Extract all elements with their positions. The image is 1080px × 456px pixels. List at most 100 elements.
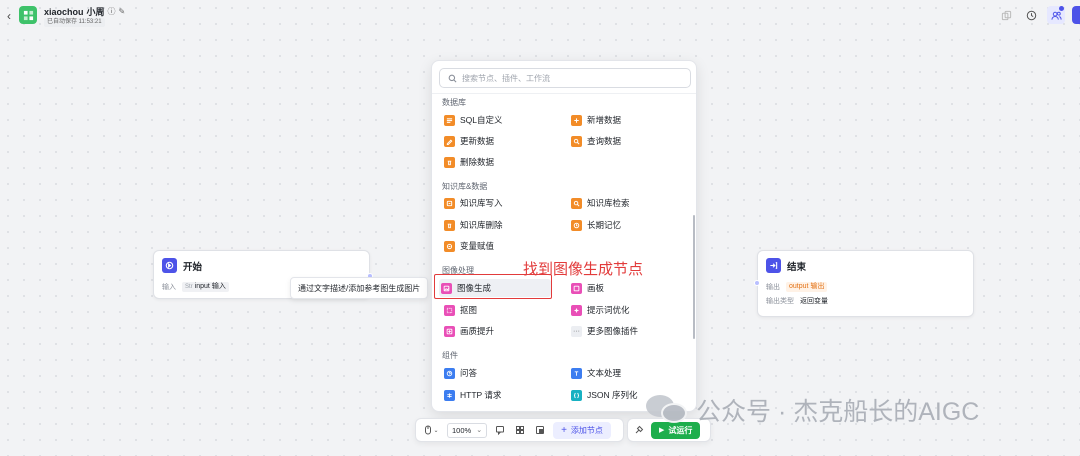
variable-icon <box>444 240 455 252</box>
node-item-label: 画板 <box>587 283 605 293</box>
node-item-label: 提示词优化 <box>587 305 630 315</box>
node-item-variable-assign[interactable]: 变量赋值 <box>442 237 557 255</box>
add-node-label: 添加节点 <box>570 425 603 435</box>
picker-scrollbar[interactable] <box>693 215 695 339</box>
more-icon: ··· <box>571 325 582 337</box>
node-item-prompt-optimize[interactable]: 提示词优化 <box>569 301 684 319</box>
end-node-header: 结束 <box>758 251 973 280</box>
history-icon[interactable] <box>1022 6 1040 24</box>
output-variable-desc: 输出 <box>810 283 825 290</box>
app-name: xiaochou <box>44 6 84 17</box>
database-query-icon <box>571 135 582 147</box>
node-item-sql[interactable]: SQL自定义 <box>442 111 557 129</box>
node-item-query-data[interactable]: 查询数据 <box>569 132 684 150</box>
output-type-value: 返回变量 <box>800 298 828 305</box>
mouse-mode-icon[interactable]: ⌄ <box>421 423 441 437</box>
node-item-knowledge-search[interactable]: 知识库检索 <box>569 194 684 212</box>
input-variable-chip: Str input 输入 <box>182 282 229 292</box>
add-node-button[interactable]: + 添加节点 <box>553 421 611 439</box>
node-item-cutout[interactable]: 抠图 <box>442 301 557 319</box>
notification-dot <box>1059 6 1064 11</box>
input-row-label: 输入 <box>162 284 176 291</box>
node-item-update-data[interactable]: 更新数据 <box>442 132 557 150</box>
json-icon <box>571 389 582 401</box>
header-actions <box>997 6 1080 24</box>
start-icon <box>162 258 177 273</box>
end-node-title: 结束 <box>787 261 807 273</box>
output-variable-name: output <box>789 283 809 290</box>
info-icon[interactable]: ⓘ <box>108 6 116 17</box>
knowledge-write-icon <box>444 197 455 209</box>
layout-icon[interactable] <box>513 423 527 437</box>
debug-icon[interactable] <box>632 423 646 437</box>
section-title-knowledge: 知识库&数据 <box>442 182 488 191</box>
zoom-select[interactable]: 100% ⌄ <box>447 422 488 438</box>
node-item-label: 抠图 <box>460 305 478 315</box>
node-item-text-process[interactable]: 文本处理 <box>569 364 684 382</box>
minimap-icon[interactable] <box>533 423 547 437</box>
watermark: 公众号 · 杰克船长的AIGC <box>646 392 979 428</box>
end-node-type-row: 输出类型 返回变量 <box>758 294 973 308</box>
edit-icon[interactable]: ✎ <box>119 7 126 16</box>
node-item-more-image-plugins[interactable]: ··· 更多图像插件 <box>569 322 684 340</box>
end-node-output-row: 输出 output 输出 <box>758 280 973 294</box>
start-node-title: 开始 <box>183 261 203 273</box>
start-node-header: 开始 <box>154 251 369 280</box>
prompt-optimize-icon <box>571 304 582 316</box>
node-item-label: 变量赋值 <box>460 241 495 251</box>
node-item-label: 知识库检索 <box>587 198 630 208</box>
node-item-insert-data[interactable]: 新增数据 <box>569 111 684 129</box>
node-item-label: SQL自定义 <box>460 115 503 125</box>
node-item-long-term-memory[interactable]: 长期记忆 <box>569 216 684 234</box>
output-variable-chip: output 输出 <box>786 282 828 292</box>
node-item-knowledge-write[interactable]: 知识库写入 <box>442 194 557 212</box>
node-item-label: HTTP 请求 <box>460 390 502 400</box>
copy-icon[interactable] <box>997 6 1015 24</box>
section-title-database: 数据库 <box>442 98 466 107</box>
node-search-box[interactable] <box>439 68 691 88</box>
database-add-icon <box>571 114 582 126</box>
bottom-toolbar: ⌄ 100% ⌄ + 添加节点 <box>415 418 624 442</box>
node-item-label: 文本处理 <box>587 368 622 378</box>
node-item-label: 问答 <box>460 368 478 378</box>
autosave-status: 已自动保存 11:53:21 <box>44 18 105 27</box>
node-item-http-request[interactable]: HTTP 请求 <box>442 386 557 404</box>
output-type-label: 输出类型 <box>766 298 794 305</box>
plus-icon: + <box>561 424 567 436</box>
watermark-text: 公众号 · 杰克船长的AIGC <box>696 398 980 426</box>
publish-button[interactable] <box>1072 6 1080 24</box>
chevron-left-icon[interactable]: ‹ <box>4 9 14 23</box>
node-picker-panel: 数据库 SQL自定义 新增数据 更新数据 查询数据 删除数据 知识库&数据 知识… <box>431 60 697 412</box>
knowledge-delete-icon <box>444 219 455 231</box>
node-item-qa[interactable]: 问答 <box>442 364 557 382</box>
variable-name: input <box>194 283 210 290</box>
node-item-delete-data[interactable]: 删除数据 <box>442 153 557 171</box>
node-item-label: 删除数据 <box>460 157 495 167</box>
end-node-input-port[interactable] <box>754 280 760 286</box>
node-item-canvas[interactable]: 画板 <box>569 279 684 297</box>
database-delete-icon <box>444 156 455 168</box>
node-description-tooltip: 通过文字描述/添加参考图生成图片 <box>290 277 429 299</box>
node-item-label: 更新数据 <box>460 136 495 146</box>
collaborators-icon[interactable] <box>1047 6 1065 24</box>
app-title-row: xiaochou 小周 ⓘ ✎ <box>44 5 125 18</box>
node-item-label: 知识库写入 <box>460 198 503 208</box>
node-item-label: 知识库删除 <box>460 220 503 230</box>
node-item-image-enhance[interactable]: 画质提升 <box>442 322 557 340</box>
text-process-icon <box>571 367 582 379</box>
node-search-input[interactable] <box>462 73 682 83</box>
canvas-icon <box>571 282 582 294</box>
cutout-icon <box>444 304 455 316</box>
database-update-icon <box>444 135 455 147</box>
app-logo <box>19 6 37 24</box>
header-bar: ‹ xiaochou 小周 ⓘ ✎ 已自动保存 11:53:21 <box>0 0 1080 32</box>
image-enhance-icon <box>444 325 455 337</box>
node-item-label: 更多图像插件 <box>587 326 639 336</box>
end-node[interactable]: 结束 输出 output 输出 输出类型 返回变量 <box>754 250 974 317</box>
qa-icon <box>444 367 455 379</box>
zoom-value: 100% <box>452 425 472 435</box>
comment-icon[interactable] <box>493 423 507 437</box>
node-item-label: 画质提升 <box>460 326 495 336</box>
node-item-label: 查询数据 <box>587 136 622 146</box>
node-item-knowledge-delete[interactable]: 知识库删除 <box>442 216 557 234</box>
